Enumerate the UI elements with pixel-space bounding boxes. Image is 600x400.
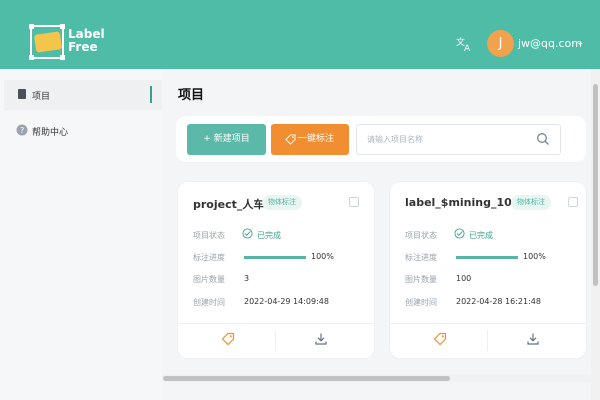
progress-value: 100% xyxy=(311,252,334,261)
tag-icon[interactable] xyxy=(221,332,235,346)
created-time-label: 创建时间 xyxy=(405,298,437,307)
image-count-value: 3 xyxy=(244,274,250,283)
project-card[interactable]: project_人车 物体标注 项目状态 已完成 标注进度 100% 图片数量 … xyxy=(178,182,374,358)
page-title: 项目 xyxy=(178,88,205,103)
progress-fill xyxy=(456,256,518,259)
progress-label: 标注进度 xyxy=(193,253,225,262)
card-divider xyxy=(178,323,374,324)
user-email[interactable]: jw@qq.com xyxy=(518,37,582,50)
vertical-scrollbar-thumb[interactable] xyxy=(593,84,598,286)
one-click-label-button[interactable]: 一键标注 xyxy=(271,124,349,155)
progress-bar xyxy=(456,256,518,259)
status-value: 已完成 xyxy=(469,231,493,240)
project-tag: 物体标注 xyxy=(511,195,551,210)
translate-icon[interactable]: 文A xyxy=(456,36,472,54)
image-count-label: 图片数量 xyxy=(193,275,225,284)
project-title: project_人车 xyxy=(193,198,265,211)
download-icon[interactable] xyxy=(314,332,328,346)
progress-bar xyxy=(244,256,306,259)
label-free-logo xyxy=(29,24,65,60)
one-click-label-text: 一键标注 xyxy=(298,134,335,144)
search-placeholder: 请输入项目名称 xyxy=(367,135,423,144)
project-card[interactable]: label_$mining_10... 物体标注 项目状态 已完成 标注进度 1… xyxy=(390,182,586,358)
sidebar-item-label: 帮助中心 xyxy=(32,128,69,138)
completed-icon xyxy=(242,228,253,239)
active-indicator xyxy=(150,86,152,103)
help-icon: ? xyxy=(16,124,28,136)
brand-name: Label Free xyxy=(68,28,105,54)
status-label: 项目状态 xyxy=(405,231,437,240)
project-select-checkbox[interactable] xyxy=(349,197,359,207)
image-count-value: 100 xyxy=(456,274,472,283)
sidebar-item-label: 项目 xyxy=(32,92,51,102)
search-icon[interactable] xyxy=(536,132,550,146)
horizontal-scrollbar-thumb[interactable] xyxy=(163,376,450,381)
progress-label: 标注进度 xyxy=(405,253,437,262)
card-action-separator xyxy=(487,330,488,351)
sidebar-item-project[interactable]: 项目 xyxy=(4,80,162,110)
search-input[interactable]: 请输入项目名称 xyxy=(356,124,561,155)
card-divider xyxy=(390,323,586,324)
image-count-label: 图片数量 xyxy=(405,275,437,284)
progress-value: 100% xyxy=(523,252,546,261)
completed-icon xyxy=(454,228,465,239)
card-action-separator xyxy=(275,330,276,351)
avatar[interactable]: J xyxy=(487,30,514,57)
vertical-scrollbar[interactable] xyxy=(591,69,600,400)
project-title: label_$mining_10... xyxy=(405,196,525,209)
chevron-down-icon[interactable]: ⌄ xyxy=(576,37,584,48)
created-time-value: 2022-04-28 16:21:48 xyxy=(456,297,541,306)
status-label: 项目状态 xyxy=(193,231,225,240)
created-time-value: 2022-04-29 14:09:48 xyxy=(244,297,329,306)
download-icon[interactable] xyxy=(526,332,540,346)
new-project-button[interactable]: + 新建项目 xyxy=(187,124,266,155)
progress-fill xyxy=(244,256,306,259)
svg-text:A: A xyxy=(464,44,471,52)
top-header: Label Free 文A J jw@qq.com ⌄ xyxy=(0,0,600,69)
status-value: 已完成 xyxy=(257,231,281,240)
horizontal-scrollbar[interactable] xyxy=(162,374,591,382)
svg-text:?: ? xyxy=(20,126,24,135)
project-tag: 物体标注 xyxy=(262,195,302,210)
tag-icon[interactable] xyxy=(433,332,447,346)
brand-line-2: Free xyxy=(68,40,98,54)
sidebar-item-help-center[interactable]: ? 帮助中心 xyxy=(4,116,162,146)
document-icon xyxy=(18,89,26,99)
project-select-checkbox[interactable] xyxy=(568,197,578,207)
tag-icon xyxy=(285,134,296,145)
created-time-label: 创建时间 xyxy=(193,298,225,307)
